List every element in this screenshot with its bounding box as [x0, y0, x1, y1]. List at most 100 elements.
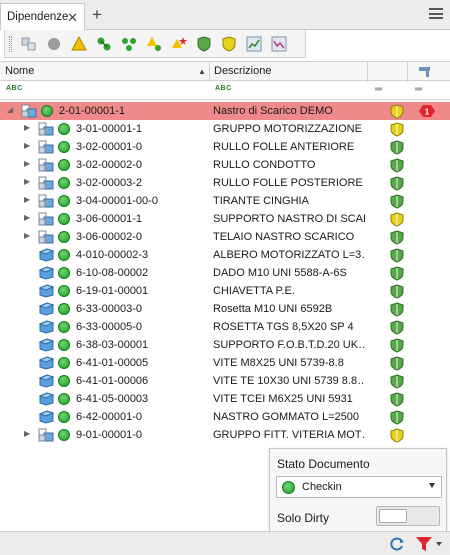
- tree-row[interactable]: ▶ 3-06-00001-1 SUPPORTO NASTRO DI SCAR…: [0, 210, 450, 228]
- add-tab-icon[interactable]: +: [92, 6, 102, 23]
- filter-dropdown-arrow-icon[interactable]: [436, 542, 442, 546]
- row-description: TELAIO NASTRO SCARICO: [213, 231, 355, 243]
- tree-row[interactable]: ▶ 3-02-00001-0 RULLO FOLLE ANTERIORE: [0, 138, 450, 156]
- menu-icon[interactable]: [429, 8, 443, 19]
- collapsed-chevron-icon[interactable]: ▶: [24, 141, 30, 150]
- column-settings-icon[interactable]: [418, 65, 434, 81]
- tree-row[interactable]: ◢ 2-01-00001-1 Nastro di Scarico DEMO 1: [0, 102, 450, 120]
- row-code: 6-38-03-00001: [76, 339, 149, 351]
- svg-text:1: 1: [425, 108, 430, 117]
- collapsed-chevron-icon[interactable]: ▶: [24, 195, 30, 204]
- stato-documento-dropdown[interactable]: Checkin: [276, 476, 442, 498]
- column-nome[interactable]: Nome: [5, 65, 34, 77]
- filter-equals-icon[interactable]: ═: [375, 84, 382, 95]
- tree-row[interactable]: 6-41-01-00006 VITE TE 10X30 UNI 5739 8.8…: [0, 372, 450, 390]
- shield-green-icon: [390, 356, 404, 371]
- shield-yellow-icon: [390, 122, 404, 137]
- row-description: GRUPPO FITT. VITERIA MOT…: [213, 429, 365, 441]
- link-green-icon[interactable]: [93, 33, 115, 55]
- status-green-icon: [58, 429, 70, 441]
- toolbar-grip[interactable]: [9, 35, 12, 52]
- solo-dirty-toggle[interactable]: [376, 506, 440, 526]
- filter-equals-icon-2[interactable]: ═: [415, 84, 422, 95]
- column-descrizione[interactable]: Descrizione: [214, 65, 271, 77]
- link-multi-icon[interactable]: [118, 33, 140, 55]
- link-warning-icon[interactable]: [143, 33, 165, 55]
- part-icon: [38, 338, 55, 352]
- tree-row[interactable]: 6-33-00005-0 ROSETTA TGS 8,5X20 SP 4: [0, 318, 450, 336]
- tree-row[interactable]: 6-41-05-00003 VITE TCEI M6X25 UNI 5931: [0, 390, 450, 408]
- part-icon: [38, 392, 55, 406]
- part-icon: [38, 410, 55, 424]
- tree-row[interactable]: ▶ 9-01-00001-0 GRUPPO FITT. VITERIA MOT…: [0, 426, 450, 444]
- row-description: RULLO CONDOTTO: [213, 159, 316, 171]
- status-green-icon: [58, 195, 70, 207]
- row-description: TIRANTE CINGHIA: [213, 195, 309, 207]
- row-code: 3-04-00001-00-0: [76, 195, 158, 207]
- tree-row[interactable]: 6-38-03-00001 SUPPORTO F.O.B.T.D.20 UK…: [0, 336, 450, 354]
- filter-descrizione-icon[interactable]: ABC: [215, 85, 232, 92]
- shield-green-icon: [390, 302, 404, 317]
- assembly-icon: [38, 176, 54, 190]
- tree-row[interactable]: ▶ 3-02-00003-2 RULLO FOLLE POSTERIORE: [0, 174, 450, 192]
- refresh-icon[interactable]: [389, 536, 405, 552]
- collapsed-chevron-icon[interactable]: ▶: [24, 123, 30, 132]
- tab-dipendenze[interactable]: Dipendenze ✕: [0, 3, 85, 30]
- bottom-bar: [0, 531, 450, 555]
- row-description: GRUPPO MOTORIZZAZIONE …: [213, 123, 365, 135]
- filter-funnel-icon[interactable]: [415, 536, 433, 552]
- row-description: SUPPORTO NASTRO DI SCAR…: [213, 213, 365, 225]
- filter-nome-icon[interactable]: ABC: [6, 85, 23, 92]
- gray-circle-icon[interactable]: [43, 33, 65, 55]
- tree-row[interactable]: ▶ 3-06-00002-0 TELAIO NASTRO SCARICO: [0, 228, 450, 246]
- part-icon: [38, 248, 55, 262]
- status-green-icon: [58, 159, 70, 171]
- tree-row[interactable]: 6-10-08-00002 DADO M10 UNI 5588-A-6S: [0, 264, 450, 282]
- shield-yellow-icon[interactable]: [218, 33, 240, 55]
- row-code: 3-06-00001-1: [76, 213, 143, 225]
- row-description: RULLO FOLLE ANTERIORE: [213, 141, 355, 153]
- tree-row[interactable]: 6-33-00003-0 Rosetta M10 UNI 6592B: [0, 300, 450, 318]
- row-description: ROSETTA TGS 8,5X20 SP 4: [213, 321, 354, 333]
- tree-row[interactable]: 6-42-00001-0 NASTRO GOMMATO L=2500: [0, 408, 450, 426]
- assembly-icon: [38, 140, 54, 154]
- star-warning-icon[interactable]: [168, 33, 190, 55]
- tree-row[interactable]: 6-41-01-00005 VITE M8X25 UNI 5739-8.8: [0, 354, 450, 372]
- chart-icon[interactable]: [243, 33, 265, 55]
- shield-green-icon: [390, 266, 404, 281]
- tree-row[interactable]: ▶ 3-01-00001-1 GRUPPO MOTORIZZAZIONE …: [0, 120, 450, 138]
- tree-row[interactable]: 4-010-00002-3 ALBERO MOTORIZZATO L=3…: [0, 246, 450, 264]
- solo-dirty-label: Solo Dirty: [277, 511, 330, 525]
- status-green-icon: [58, 249, 70, 261]
- shield-green-icon: [390, 194, 404, 209]
- shield-green-icon: [390, 320, 404, 335]
- assembly-icon: [38, 122, 54, 136]
- tree-row[interactable]: 6-19-01-00001 CHIAVETTA P.E.: [0, 282, 450, 300]
- collapsed-chevron-icon[interactable]: ▶: [24, 429, 30, 438]
- chart-alt-icon[interactable]: [268, 33, 290, 55]
- status-green-icon: [58, 141, 70, 153]
- shield-green-icon: [390, 158, 404, 173]
- assembly-icon: [38, 194, 54, 208]
- close-tab-icon[interactable]: ✕: [67, 10, 78, 26]
- row-code: 3-02-00001-0: [76, 141, 143, 153]
- structure-icon[interactable]: [18, 33, 40, 55]
- status-green-icon: [282, 481, 295, 494]
- expanded-chevron-icon[interactable]: ◢: [7, 105, 13, 114]
- sort-arrow-icon[interactable]: ▲: [198, 67, 206, 76]
- part-icon: [38, 302, 55, 316]
- collapsed-chevron-icon[interactable]: ▶: [24, 159, 30, 168]
- row-description: RULLO FOLLE POSTERIORE: [213, 177, 363, 189]
- collapsed-chevron-icon[interactable]: ▶: [24, 231, 30, 240]
- collapsed-chevron-icon[interactable]: ▶: [24, 213, 30, 222]
- shield-green-icon[interactable]: [193, 33, 215, 55]
- shield-yellow-icon: [390, 428, 404, 443]
- warning-icon[interactable]: [68, 33, 90, 55]
- tree-row[interactable]: ▶ 3-04-00001-00-0 TIRANTE CINGHIA: [0, 192, 450, 210]
- row-code: 6-41-01-00006: [76, 375, 149, 387]
- part-icon: [38, 284, 55, 298]
- tree-row[interactable]: ▶ 3-02-00002-0 RULLO CONDOTTO: [0, 156, 450, 174]
- tab-label: Dipendenze: [7, 11, 69, 23]
- row-description: VITE TE 10X30 UNI 5739 8.8…: [213, 375, 365, 387]
- collapsed-chevron-icon[interactable]: ▶: [24, 177, 30, 186]
